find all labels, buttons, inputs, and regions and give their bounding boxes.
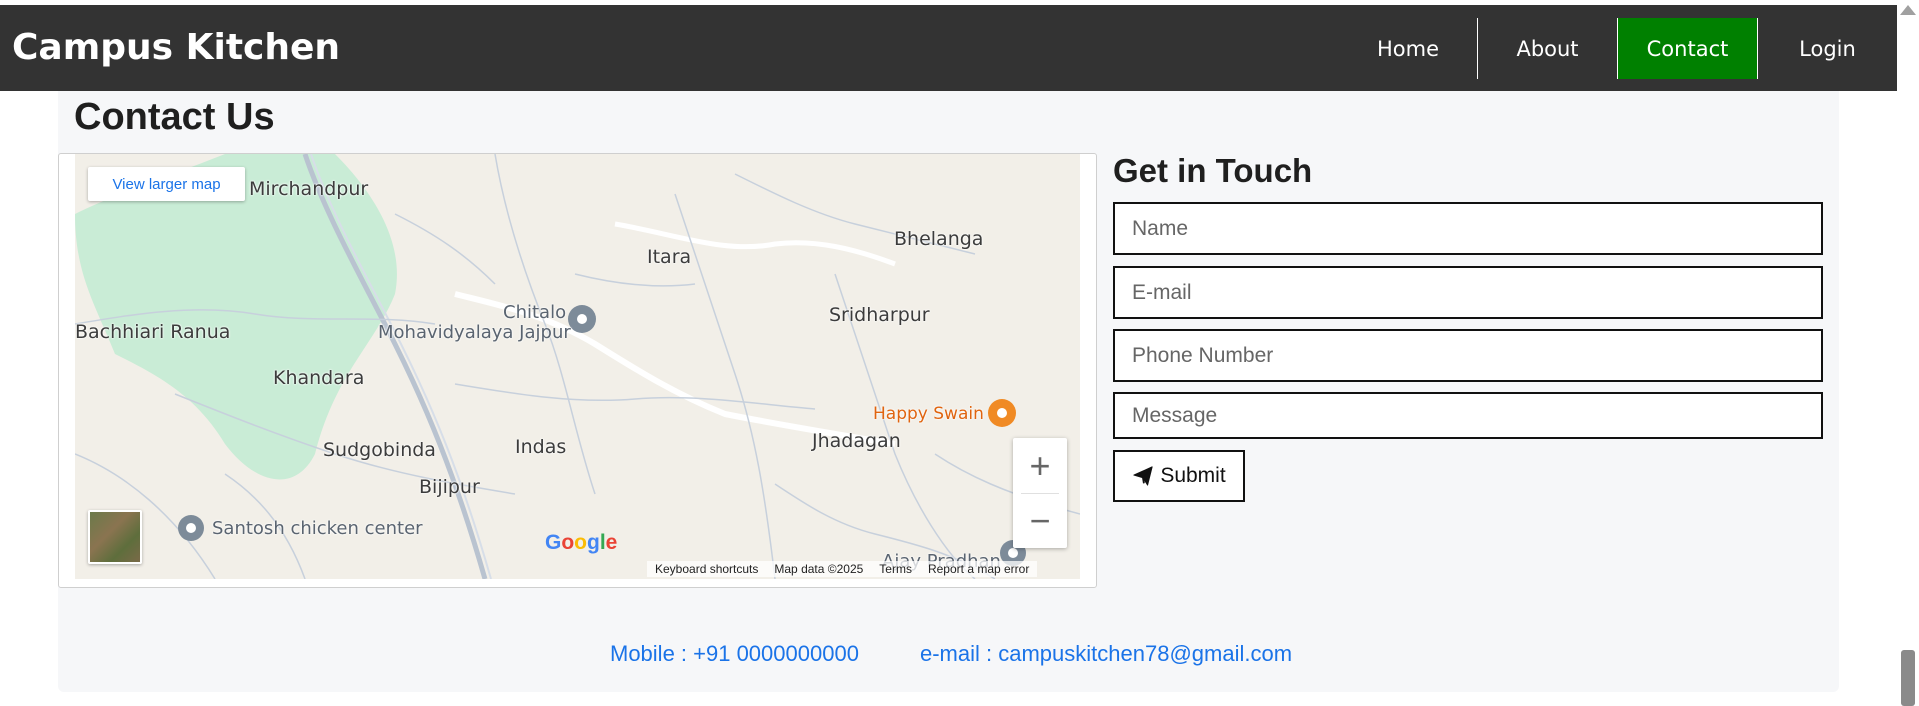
satellite-toggle-thumbnail[interactable]	[88, 510, 142, 564]
map-roads	[75, 154, 1080, 579]
footer-email[interactable]: e-mail : campuskitchen78@gmail.com	[920, 641, 1292, 667]
scroll-up-arrow-icon[interactable]	[1900, 5, 1916, 15]
embedded-map[interactable]: View larger map Mirchandpur Itara Bhelan…	[75, 154, 1080, 579]
keyboard-shortcuts-link[interactable]: Keyboard shortcuts	[647, 561, 767, 577]
submit-button[interactable]: Submit	[1113, 450, 1245, 502]
phone-input[interactable]: Phone Number	[1113, 329, 1823, 382]
zoom-out-button[interactable]: −	[1013, 493, 1067, 548]
zoom-in-button[interactable]: +	[1013, 438, 1067, 493]
view-larger-map-link[interactable]: View larger map	[88, 167, 245, 201]
page-title: Contact Us	[74, 96, 275, 138]
nav-home[interactable]: Home	[1339, 18, 1477, 79]
brand-logo[interactable]: Campus Kitchen	[12, 27, 340, 68]
map-attribution-bar: Keyboard shortcuts Map data ©2025 Terms …	[647, 559, 1038, 579]
top-navbar: Campus Kitchen Home About Contact Login	[0, 5, 1897, 91]
map-label-indas: Indas	[515, 436, 567, 458]
name-input[interactable]: Name	[1113, 202, 1823, 255]
submit-label: Submit	[1160, 464, 1226, 487]
map-label-bhelanga: Bhelanga	[894, 228, 984, 250]
report-map-error-link[interactable]: Report a map error	[919, 561, 1038, 577]
terms-link[interactable]: Terms	[871, 561, 920, 577]
map-label-chitalo: Chitalo	[503, 302, 567, 323]
message-input[interactable]: Message	[1113, 392, 1823, 439]
nav-about[interactable]: About	[1477, 18, 1617, 79]
email-input[interactable]: E-mail	[1113, 266, 1823, 319]
map-label-sudgobinda: Sudgobinda	[323, 439, 436, 461]
map-zoom-control: + −	[1013, 438, 1067, 548]
map-label-mirchandpur: Mirchandpur	[249, 178, 369, 200]
footer-mobile: Mobile : +91 0000000000	[610, 641, 859, 666]
nav-contact[interactable]: Contact	[1617, 18, 1757, 79]
map-label-happy-swain[interactable]: Happy Swain	[873, 404, 984, 424]
send-icon	[1133, 466, 1153, 486]
map-label-santosh-chicken-center[interactable]: Santosh chicken center	[212, 518, 423, 539]
map-label-mohavidyalaya: Mohavidyalaya Jajpur	[378, 322, 571, 343]
map-data-text: Map data ©2025	[766, 561, 872, 577]
map-label-bachhiari-ranua: Bachhiari Ranua	[75, 321, 231, 343]
map-label-khandara: Khandara	[273, 367, 365, 389]
nav-menu: Home About Contact Login	[1339, 18, 1897, 79]
page-scrollbar[interactable]	[1897, 0, 1919, 706]
map-label-itara: Itara	[647, 246, 692, 268]
get-in-touch-title: Get in Touch	[1113, 152, 1313, 189]
map-label-sridharpur: Sridharpur	[829, 304, 930, 326]
google-logo: Google	[545, 531, 618, 554]
map-label-bijipur: Bijipur	[419, 476, 480, 498]
nav-login[interactable]: Login	[1757, 18, 1897, 79]
map-label-jhadagan: Jhadagan	[812, 430, 901, 452]
scroll-thumb[interactable]	[1901, 650, 1915, 706]
